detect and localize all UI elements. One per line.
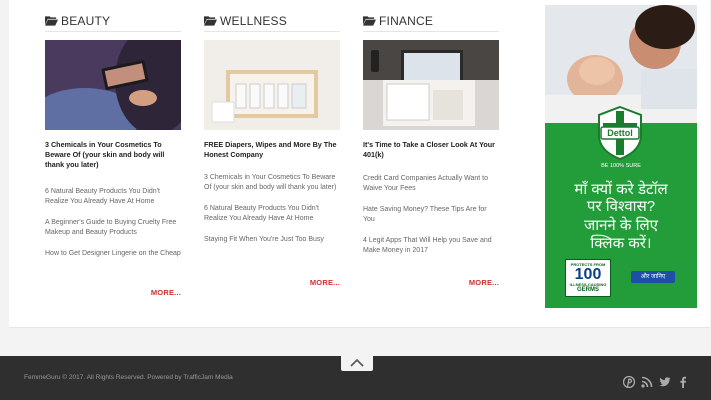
article-link[interactable]: Hate Saving Money? These Tips Are for Yo… [363,205,499,224]
folder-open-icon [45,16,58,26]
more-link[interactable]: MORE... [151,288,181,297]
article-link[interactable]: How to Get Designer Lingerie on the Chea… [45,249,181,259]
germs-badge: PROTECTS FROM 100 ILLNESS-CAUSING GERMS [565,259,611,297]
article-link[interactable]: A Beginner's Guide to Buying Cruelty Fre… [45,218,181,237]
article-link[interactable]: Credit Card Companies Actually Want to W… [363,174,499,193]
twitter-icon[interactable] [659,376,671,388]
dettol-logo: Dettol [598,105,642,161]
chevron-up-icon [350,358,364,367]
footer: FemmeGuru © 2017. All Rights Reserved. P… [0,355,711,400]
more-link[interactable]: MORE... [310,278,340,287]
rss-icon[interactable] [641,376,653,388]
category-column-beauty: BEAUTY 3 Chemicals in Your Cosmetics To … [45,12,181,302]
badge-number: 100 [574,266,602,283]
category-section: BEAUTY 3 Chemicals in Your Cosmetics To … [9,0,710,328]
article-link[interactable]: 6 Natural Beauty Products You Didn't Rea… [204,204,340,223]
copyright-text: FemmeGuru © 2017. All Rights Reserved. P… [24,374,233,381]
article-link[interactable]: 3 Chemicals in Your Cosmetics To Beware … [204,173,340,192]
article-thumbnail[interactable] [45,40,181,130]
article-link[interactable]: 6 Natural Beauty Products You Didn't Rea… [45,187,181,206]
category-header[interactable]: FINANCE [363,12,499,32]
badge-bottom-text: GERMS [576,287,599,293]
ad-headline: पर विश्वास? [586,198,656,215]
facebook-icon[interactable] [677,376,689,388]
ad-brand-sub: BE 100% SURE [601,163,641,169]
lead-article-title[interactable]: FREE Diapers, Wipes and More By The Hone… [204,140,340,160]
article-link[interactable]: 4 Legit Apps That Will Help you Save and… [363,236,499,255]
more-link[interactable]: MORE... [469,278,499,287]
page: BEAUTY 3 Chemicals in Your Cosmetics To … [0,0,711,400]
lead-article-title[interactable]: 3 Chemicals in Your Cosmetics To Beware … [45,140,181,170]
ad-headline: जानने के लिए [584,217,658,234]
scroll-top-button[interactable] [341,355,373,371]
ad-headline: माँ क्यों करे डेटॉल [574,181,668,198]
article-thumbnail[interactable] [363,40,499,130]
ad-headline: क्लिक करें। [590,235,652,252]
article-link[interactable]: Staying Fit When You're Just Too Busy [204,235,340,245]
ad-cta-button[interactable]: और जानिए [631,271,675,283]
pinterest-icon[interactable] [623,376,635,388]
lead-article-title[interactable]: It's Time to Take a Closer Look At Your … [363,140,499,160]
category-title: BEAUTY [61,13,111,28]
folder-open-icon [363,16,376,26]
folder-open-icon [204,16,217,26]
category-title: FINANCE [379,13,434,28]
ad-brand: Dettol [607,128,633,138]
article-thumbnail[interactable] [204,40,340,130]
category-header[interactable]: WELLNESS [204,12,340,32]
category-header[interactable]: BEAUTY [45,12,181,32]
category-title: WELLNESS [220,13,287,28]
category-column-wellness: WELLNESS FREE Diapers, Wipes and More By… [204,12,340,292]
dettol-ad-banner[interactable]: Dettol BE 100% SURE माँ क्यों करे डेटॉल … [545,5,697,308]
category-column-finance: FINANCE It's Time to Take a Closer Look … [363,12,499,292]
